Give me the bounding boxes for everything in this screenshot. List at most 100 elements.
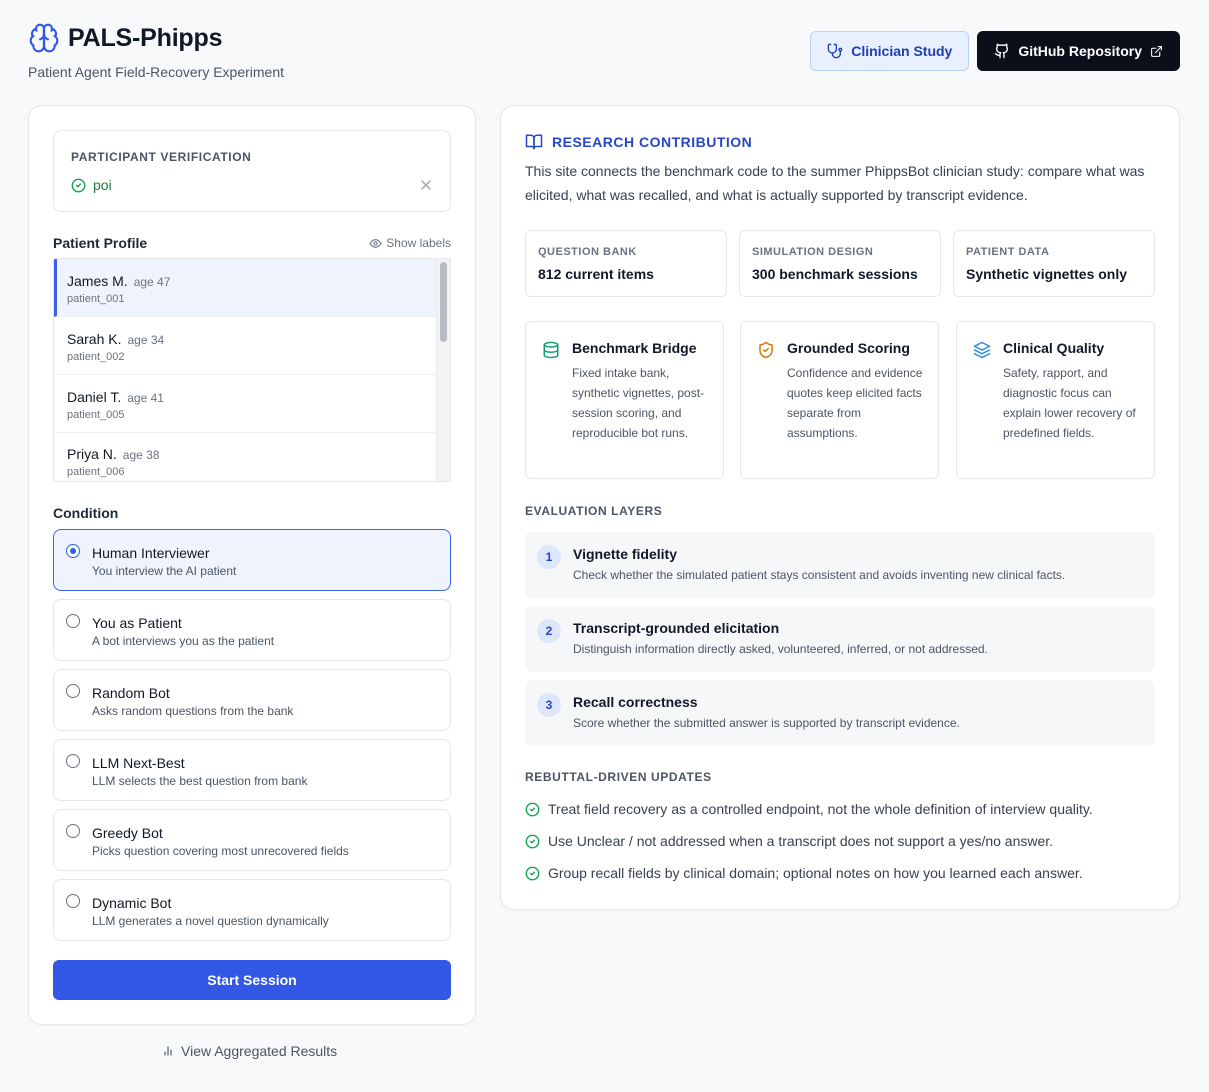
verification-status: poi — [71, 177, 112, 193]
stethoscope-icon — [827, 43, 843, 59]
page-header: PALS-Phipps Patient Agent Field-Recovery… — [28, 22, 1180, 82]
feature-title: Grounded Scoring — [787, 340, 910, 356]
layer-title: Transcript-grounded elicitation — [573, 620, 780, 636]
stat-label: SIMULATION DESIGN — [752, 246, 874, 258]
feature-desc: Safety, rapport, and diagnostic focus ca… — [1003, 366, 1136, 440]
condition-desc: A bot interviews you as the patient — [92, 634, 275, 648]
feature-title: Benchmark Bridge — [572, 340, 697, 356]
research-contribution-card: RESEARCH CONTRIBUTION This site connects… — [500, 105, 1180, 910]
radio[interactable] — [66, 684, 80, 698]
stat-value: Synthetic vignettes only — [966, 266, 1128, 282]
feature-desc: Fixed intake bank, synthetic vignettes, … — [572, 366, 705, 440]
stat-value: 300 benchmark sessions — [752, 266, 918, 282]
patient-age: age 38 — [122, 448, 160, 462]
patient-age: age 41 — [127, 391, 164, 405]
participant-verification: PARTICIPANT VERIFICATION poi — [53, 130, 451, 212]
condition-title: Human Interviewer — [92, 545, 210, 561]
patient-list-scrollbar[interactable] — [436, 259, 450, 481]
check-circle-icon — [525, 802, 540, 816]
patient-age: age 47 — [133, 275, 171, 289]
radio[interactable] — [66, 754, 80, 768]
radio[interactable] — [66, 614, 80, 628]
rebuttal-text: Use Unclear / not addressed when a trans… — [548, 833, 1054, 849]
rebuttal-item: Use Unclear / not addressed when a trans… — [525, 833, 1053, 849]
condition-option-human-interviewer[interactable]: Human Interviewer You interview the AI p… — [53, 529, 451, 591]
layer-number-badge: 3 — [537, 693, 561, 717]
brand: PALS-Phipps — [28, 22, 222, 54]
start-session-button[interactable]: Start Session — [53, 960, 451, 1000]
layers-icon — [973, 341, 991, 359]
patient-id: patient_002 — [67, 351, 125, 363]
github-icon — [994, 43, 1009, 59]
external-link-icon — [1151, 45, 1162, 57]
clinician-study-button[interactable]: Clinician Study — [810, 31, 970, 71]
condition-title: Random Bot — [92, 685, 170, 701]
brain-icon — [29, 23, 59, 53]
patient-item[interactable]: Priya N. age 38 patient_006 — [54, 432, 436, 481]
condition-option-dynamic-bot[interactable]: Dynamic Bot LLM generates a novel questi… — [53, 879, 451, 941]
research-header: RESEARCH CONTRIBUTION — [525, 133, 752, 151]
stat-label: QUESTION BANK — [538, 246, 637, 258]
research-title: RESEARCH CONTRIBUTION — [552, 134, 753, 150]
rebuttal-text: Treat field recovery as a controlled end… — [548, 801, 1093, 817]
condition-title: You as Patient — [92, 615, 182, 631]
radio[interactable] — [66, 824, 80, 838]
feature-card: Grounded Scoring Confidence and evidence… — [740, 321, 939, 479]
patient-id: patient_006 — [67, 466, 125, 478]
show-labels-toggle[interactable]: Show labels — [369, 236, 451, 250]
condition-option-random-bot[interactable]: Random Bot Asks random questions from th… — [53, 669, 451, 731]
layer-title: Vignette fidelity — [573, 546, 677, 562]
condition-desc: Asks random questions from the bank — [92, 704, 294, 718]
patient-list[interactable]: James M. age 47 patient_001 Sarah K. age… — [53, 258, 451, 482]
view-aggregated-results-label: View Aggregated Results — [181, 1043, 338, 1059]
clinician-study-label: Clinician Study — [851, 43, 953, 59]
rebuttal-text: Group recall fields by clinical domain; … — [548, 865, 1083, 881]
condition-option-llm-next-best[interactable]: LLM Next-Best LLM selects the best quest… — [53, 739, 451, 801]
stat-value: 812 current items — [538, 266, 654, 282]
database-icon — [543, 341, 559, 359]
condition-option-greedy-bot[interactable]: Greedy Bot Picks question covering most … — [53, 809, 451, 871]
radio[interactable] — [66, 894, 80, 908]
participant-id: poi — [93, 177, 112, 193]
clear-participant-close-icon[interactable] — [418, 177, 434, 193]
check-circle-icon — [71, 178, 86, 192]
feature-desc: Confidence and evidence quotes keep elic… — [787, 366, 923, 440]
condition-title: LLM Next-Best — [92, 755, 185, 771]
check-circle-icon — [525, 866, 540, 880]
radio-selected[interactable] — [66, 544, 80, 558]
app-title: PALS-Phipps — [68, 23, 223, 52]
research-intro: This site connects the benchmark code to… — [525, 163, 1145, 203]
rebuttal-updates-title: REBUTTAL-DRIVEN UPDATES — [525, 770, 712, 784]
eye-icon — [369, 238, 382, 248]
github-repository-button[interactable]: GitHub Repository — [977, 31, 1180, 71]
show-labels-text: Show labels — [386, 236, 451, 250]
layer-desc: Check whether the simulated patient stay… — [573, 568, 1066, 582]
evaluation-layer: 1 Vignette fidelity Check whether the si… — [525, 532, 1155, 598]
layer-title: Recall correctness — [573, 694, 698, 710]
view-aggregated-results-link[interactable]: View Aggregated Results — [162, 1043, 337, 1059]
patient-name: Daniel T. — [67, 389, 122, 405]
rebuttal-item: Treat field recovery as a controlled end… — [525, 801, 1093, 817]
layer-number-badge: 1 — [537, 545, 561, 569]
patient-profile-title: Patient Profile — [53, 235, 148, 251]
condition-option-you-as-patient[interactable]: You as Patient A bot interviews you as t… — [53, 599, 451, 661]
patient-item[interactable]: James M. age 47 patient_001 — [54, 259, 436, 317]
layer-desc: Score whether the submitted answer is su… — [573, 716, 960, 730]
condition-title: Condition — [53, 505, 119, 521]
patient-item[interactable]: Sarah K. age 34 patient_002 — [54, 317, 436, 375]
session-setup-card: PARTICIPANT VERIFICATION poi Patient Pro… — [28, 105, 476, 1025]
feature-title: Clinical Quality — [1003, 340, 1105, 356]
condition-desc: You interview the AI patient — [92, 564, 237, 578]
header-actions: Clinician Study GitHub Repository — [810, 31, 1180, 71]
layer-number-badge: 2 — [537, 619, 561, 643]
scrollbar-thumb[interactable] — [440, 262, 447, 342]
feature-card: Benchmark Bridge Fixed intake bank, synt… — [525, 321, 724, 479]
patient-item[interactable]: Daniel T. age 41 patient_005 — [54, 375, 436, 433]
patient-name: Priya N. — [67, 446, 117, 462]
stat-card: PATIENT DATA Synthetic vignettes only — [953, 230, 1155, 297]
patient-id: patient_005 — [67, 409, 125, 421]
stat-label: PATIENT DATA — [966, 246, 1050, 258]
patient-age: age 34 — [127, 333, 165, 347]
verification-label: PARTICIPANT VERIFICATION — [71, 150, 252, 164]
book-open-icon — [525, 134, 543, 150]
